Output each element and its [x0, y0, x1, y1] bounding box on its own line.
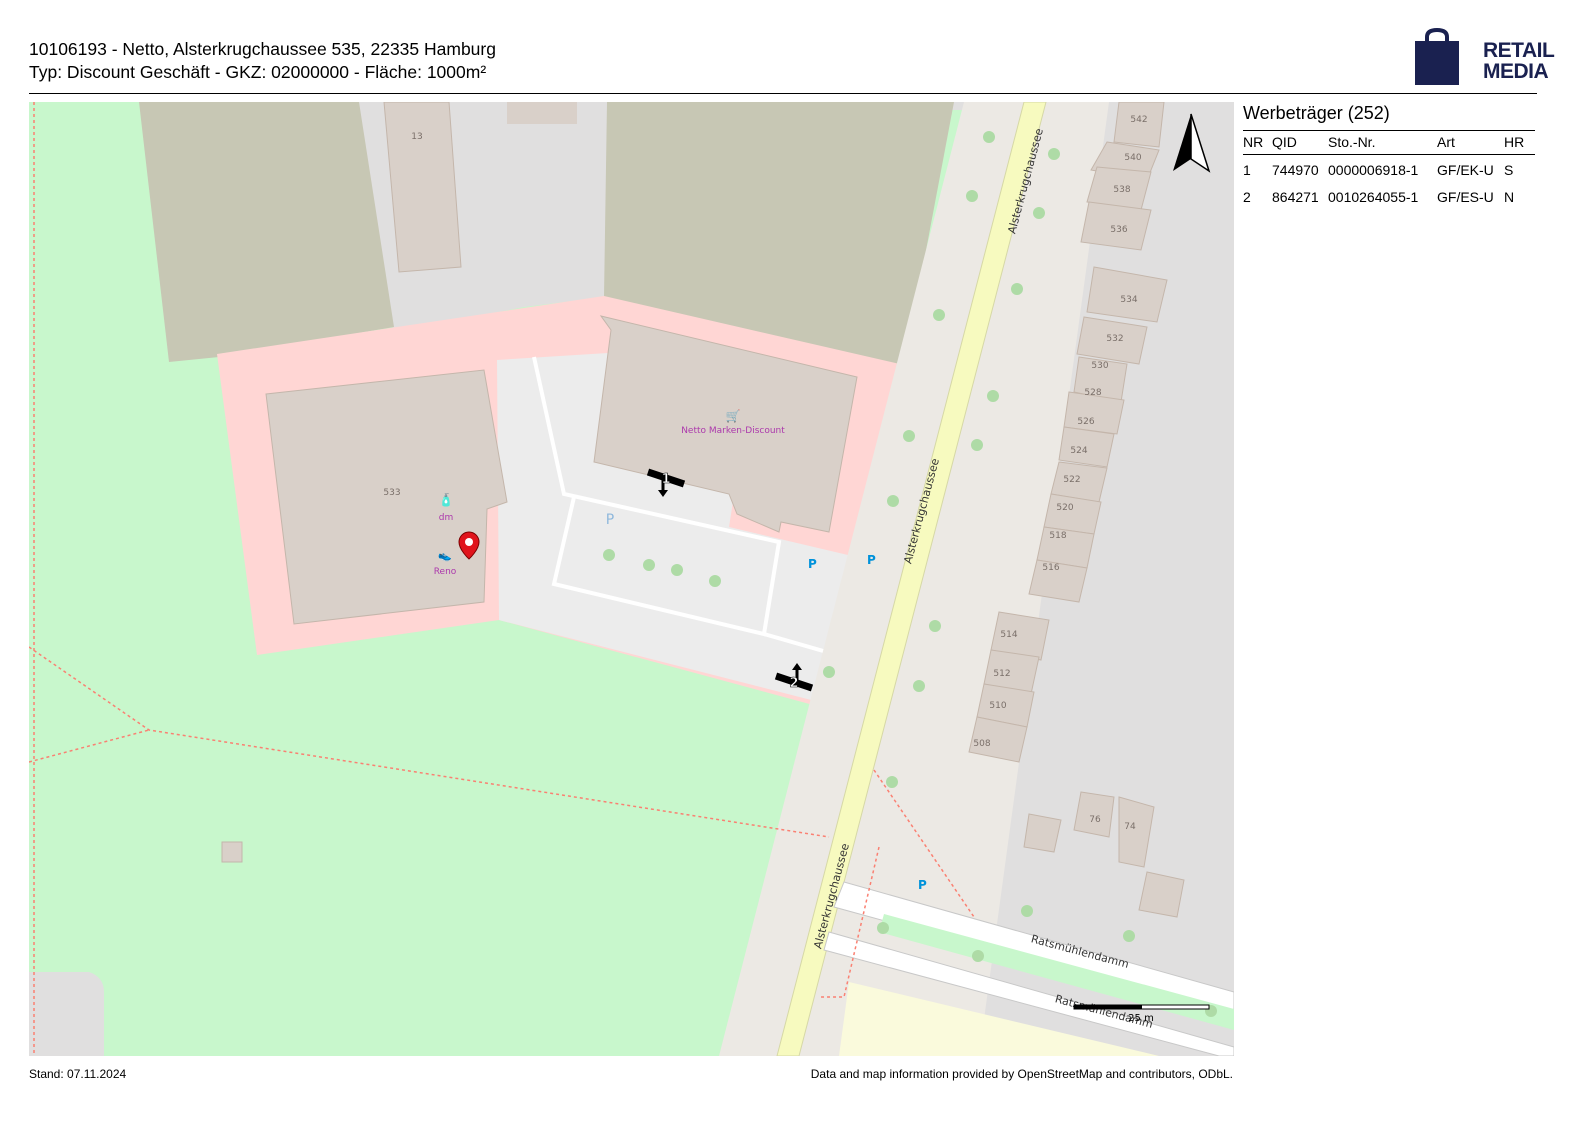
house-number: 528 — [1084, 388, 1101, 398]
house-number: 526 — [1077, 417, 1094, 427]
location-details: Typ: Discount Geschäft - GKZ: 02000000 -… — [29, 62, 487, 82]
header-divider — [29, 93, 1537, 94]
col-header-sto: Sto.-Nr. — [1328, 130, 1437, 155]
cell-qid: 744970 — [1272, 162, 1319, 178]
poi-label-dm: dm — [439, 513, 453, 523]
report-date: Stand: 07.11.2024 — [29, 1067, 127, 1081]
house-number: 516 — [1042, 563, 1059, 573]
house-number: 510 — [989, 701, 1006, 711]
map-attribution: Data and map information provided by Ope… — [810, 1067, 1233, 1081]
logo-line-1: RETAIL — [1483, 39, 1555, 62]
house-number: 524 — [1070, 446, 1087, 456]
house-number: 538 — [1113, 185, 1130, 195]
shopping-bag-icon — [1415, 28, 1459, 85]
panel-title: Werbeträger (252) — [1243, 103, 1390, 123]
marker-1-label: 1 — [661, 472, 670, 487]
cell-sto: 0000006918-1 — [1328, 162, 1419, 178]
cell-nr: 1 — [1243, 162, 1251, 178]
house-number: 76 — [1089, 815, 1101, 825]
map-canvas[interactable]: 13 533 542 540 538 536 534 532 530 528 5… — [29, 102, 1234, 1056]
table-row[interactable]: 1 744970 0000006918-1 GF/EK-U S — [1243, 155, 1535, 183]
poi-icon-shoes: 👟 — [438, 549, 452, 562]
scale-label: 25 m — [1128, 1013, 1154, 1024]
house-number: 530 — [1091, 361, 1108, 371]
house-number: 74 — [1124, 822, 1136, 832]
parking-label: P — [606, 512, 614, 528]
table-row[interactable]: 2 864271 0010264055-1 GF/ES-U N — [1243, 182, 1535, 209]
cell-hr: N — [1504, 189, 1515, 205]
logo-line-2: MEDIA — [1483, 60, 1549, 83]
house-number: 540 — [1124, 153, 1141, 163]
marker-2-label: 2 — [789, 676, 798, 691]
svg-text:P: P — [918, 878, 927, 892]
cell-art: GF/ES-U — [1437, 189, 1494, 205]
house-number: 518 — [1049, 531, 1066, 541]
house-number: 514 — [1000, 630, 1017, 640]
col-header-hr: HR — [1504, 130, 1535, 155]
advertising-panel: Werbeträger (252) NR QID Sto.-Nr. Art HR… — [1243, 102, 1535, 209]
svg-text:P: P — [808, 557, 817, 571]
poi-label-reno: Reno — [434, 567, 457, 577]
house-number: 13 — [411, 132, 422, 142]
poi-label-netto: Netto Marken-Discount — [681, 426, 785, 436]
house-number: 542 — [1130, 115, 1147, 125]
poi-icon-chemist: 🧴 — [439, 493, 454, 507]
house-number: 508 — [973, 739, 990, 749]
col-header-art: Art — [1437, 130, 1504, 155]
poi-icon-supermarket: 🛒 — [726, 409, 741, 423]
house-number: 520 — [1056, 503, 1073, 513]
retail-media-logo: RETAIL MEDIA — [1415, 28, 1564, 88]
cell-hr: S — [1504, 162, 1514, 178]
house-number: 536 — [1110, 225, 1127, 235]
location-title: 10106193 - Netto, Alsterkrugchaussee 535… — [29, 39, 496, 59]
table-header-row: NR QID Sto.-Nr. Art HR — [1243, 130, 1535, 155]
svg-text:P: P — [867, 553, 876, 567]
cell-art: GF/EK-U — [1437, 162, 1494, 178]
col-header-nr: NR — [1243, 130, 1272, 155]
house-number: 533 — [383, 488, 400, 498]
house-number: 522 — [1063, 475, 1080, 485]
cell-nr: 2 — [1243, 189, 1251, 205]
col-header-qid: QID — [1272, 130, 1328, 155]
building-block — [139, 102, 394, 362]
house-number: 512 — [993, 669, 1010, 679]
cell-qid: 864271 — [1272, 189, 1319, 205]
house-number: 532 — [1106, 334, 1123, 344]
cell-sto: 0010264055-1 — [1328, 189, 1419, 205]
advertising-table: NR QID Sto.-Nr. Art HR 1 744970 00000069… — [1243, 130, 1535, 209]
house-number: 534 — [1120, 295, 1137, 305]
report-header: 10106193 - Netto, Alsterkrugchaussee 535… — [29, 38, 496, 84]
map-view[interactable]: 13 533 542 540 538 536 534 532 530 528 5… — [29, 102, 1234, 1056]
